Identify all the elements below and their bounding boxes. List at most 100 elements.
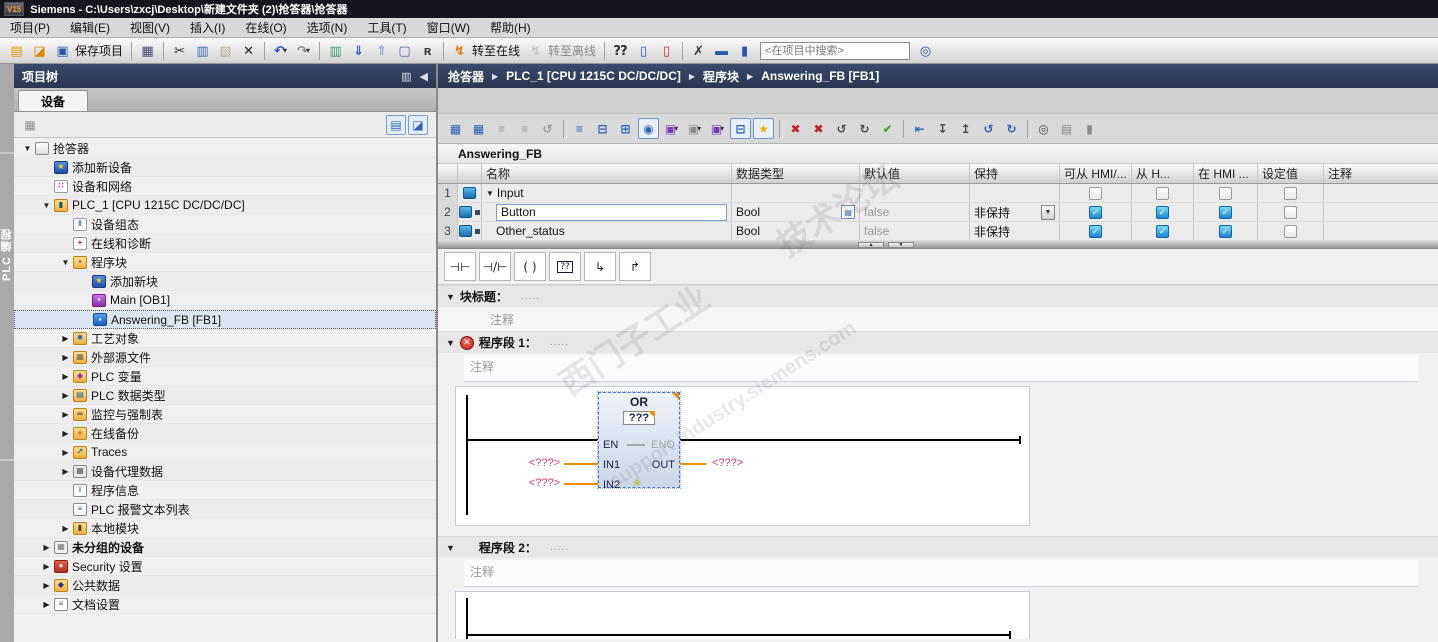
header-cell[interactable]: 保持	[970, 164, 1060, 183]
next-error-icon[interactable]: ↻	[1001, 118, 1022, 139]
tree-item--[interactable]: ▶ ▮ 本地模块	[14, 519, 436, 538]
network-1-header[interactable]: ▼ ✕ 程序段 1： .....	[438, 331, 1438, 353]
insert-network-icon[interactable]: ▦	[445, 118, 466, 139]
chevron-down-icon[interactable]: ▼	[446, 543, 455, 553]
tree-item--[interactable]: ▼ ▪ 程序块	[14, 253, 436, 272]
expander-right-icon[interactable]: ▶	[41, 581, 52, 590]
datatype-cell[interactable]: Bool	[732, 222, 860, 240]
expander-right-icon[interactable]: ▶	[60, 448, 71, 457]
checkbox[interactable]	[1219, 186, 1232, 200]
tree-item--[interactable]: ▶ ▦ 设备代理数据	[14, 462, 436, 481]
insert-row-icon[interactable]: ≡	[491, 118, 512, 139]
collapse-panel-icon[interactable]: ◀	[420, 70, 428, 83]
scroll-up-button[interactable]: ▲	[858, 242, 884, 248]
goto-usage-icon[interactable]: ↥	[955, 118, 976, 139]
tree-item-answering_fb-fb1-[interactable]: ▪ Answering_FB [FB1]	[14, 310, 436, 329]
tree-item-plc-[interactable]: ▶ ◆ PLC 变量	[14, 367, 436, 386]
tree-item--[interactable]: + 在线和诊断	[14, 234, 436, 253]
consistency-check-icon[interactable]: ✔	[877, 118, 898, 139]
expander-right-icon[interactable]: ▶	[60, 429, 71, 438]
dropdown-arrow-icon[interactable]: ▾	[674, 124, 678, 133]
details-view-icon[interactable]: ▤	[386, 114, 406, 135]
checkbox[interactable]	[1284, 186, 1297, 200]
tree-item--[interactable]: ▶ ▦ 未分组的设备	[14, 538, 436, 557]
go-offline-icon[interactable]: ↯	[525, 40, 546, 61]
reset-start-values-icon[interactable]: ↺	[537, 118, 558, 139]
tree-item--[interactable]: i 程序信息	[14, 481, 436, 500]
block-title-section[interactable]: ▼ 块标题： .....	[438, 285, 1438, 307]
menu-item[interactable]: 工具(T)	[357, 18, 416, 37]
default-value-cell[interactable]	[860, 184, 970, 202]
block-title-comment[interactable]: 注释	[438, 307, 1438, 331]
chevron-down-icon[interactable]: ▼	[446, 338, 455, 348]
goto-definition-icon[interactable]: ↧	[932, 118, 953, 139]
network-1-comment[interactable]: 注释	[464, 355, 1418, 382]
checkbox[interactable]	[1284, 224, 1297, 238]
tab-devices[interactable]: 设备	[18, 90, 89, 111]
interface-row[interactable]: 1 ▼ Input	[438, 184, 1438, 203]
header-cell[interactable]: 设定值	[1258, 164, 1324, 183]
expander-right-icon[interactable]: ▶	[60, 353, 71, 362]
datatype-cell[interactable]: Bool ▤	[732, 203, 860, 221]
header-cell[interactable]: 默认值	[860, 164, 970, 183]
retain-cell[interactable]: 非保持 ▼	[970, 203, 1060, 221]
tree-item--[interactable]: ▶ ✱ 工艺对象	[14, 329, 436, 348]
start-simulation-icon[interactable]: ▯	[633, 40, 654, 61]
interface-row[interactable]: 2 Button Bool ▤ false 非保持 ▼ ✓ ✓ ✓	[438, 203, 1438, 222]
name-cell[interactable]: Other_status	[482, 222, 732, 240]
undo-icon[interactable]: ↶ ▾	[270, 40, 291, 61]
breadcrumb-item[interactable]: PLC_1 [CPU 1215C DC/DC/DC]	[506, 69, 681, 83]
retain-cell[interactable]: 非保持	[970, 222, 1060, 240]
expander-right-icon[interactable]: ▶	[41, 562, 52, 571]
update-block-calls-icon[interactable]: ↺	[831, 118, 852, 139]
stop-simulation-icon[interactable]: ▯	[656, 40, 677, 61]
interface-row[interactable]: 3 Other_status Bool false 非保持 ✓ ✓ ✓	[438, 222, 1438, 241]
tree-item-plc_1-cpu-1215c-dc-dc-dc-[interactable]: ▼ ▮ PLC_1 [CPU 1215C DC/DC/DC]	[14, 196, 436, 215]
columns-icon[interactable]: ▥	[401, 70, 411, 83]
expander-down-icon[interactable]: ▼	[60, 258, 71, 267]
cut-icon[interactable]: ✂	[169, 40, 190, 61]
checkbox[interactable]: ✓	[1156, 224, 1169, 238]
expander-right-icon[interactable]: ▶	[60, 524, 71, 533]
menu-item[interactable]: 选项(N)	[297, 18, 358, 37]
checkbox[interactable]	[1156, 186, 1169, 200]
save-project-label[interactable]: 保存项目	[75, 42, 123, 59]
dropdown-arrow-icon[interactable]: ▾	[306, 46, 310, 55]
menu-item[interactable]: 项目(P)	[0, 18, 60, 37]
new-project-icon[interactable]: ▤	[6, 40, 27, 61]
network-2-comment[interactable]: 注释	[464, 560, 1418, 587]
split-horizontal-icon[interactable]: ▬	[711, 40, 732, 61]
dropdown-arrow-icon[interactable]: ▾	[720, 124, 724, 133]
checkbox[interactable]: ✓	[1089, 205, 1102, 219]
tree-item-security-[interactable]: ▶ ● Security 设置	[14, 557, 436, 576]
favorites-toggle-icon[interactable]: ★	[753, 118, 774, 139]
expander-right-icon[interactable]: ▶	[41, 543, 52, 552]
checkbox[interactable]	[1089, 186, 1102, 200]
header-cell[interactable]: 数据类型	[732, 164, 860, 183]
symbol-display-icon[interactable]: ▣ ▾	[707, 118, 728, 139]
breadcrumb-item[interactable]: 程序块	[703, 68, 739, 85]
tree-item-traces[interactable]: ▶ ↗ Traces	[14, 443, 436, 462]
previous-error-icon[interactable]: ↺	[978, 118, 999, 139]
header-cell[interactable]: 名称	[482, 164, 732, 183]
dropdown-arrow-icon[interactable]: ▾	[283, 46, 287, 55]
breadcrumb-item[interactable]: 抢答器	[448, 68, 484, 85]
name-edit-field[interactable]: Button	[496, 203, 727, 221]
header-cell[interactable]: 可从 HMI/...	[1060, 164, 1132, 183]
open-branch-button[interactable]: ↳	[584, 252, 616, 281]
tree-item--[interactable]: ★ 添加新块	[14, 272, 436, 291]
open-new-editor-icon[interactable]: ◪	[408, 114, 428, 135]
tree-item--[interactable]: ★ 添加新设备	[14, 158, 436, 177]
insert-input-star-icon[interactable]: ✳	[633, 478, 641, 489]
expand-networks-icon[interactable]: ⊟	[592, 118, 613, 139]
start-cpu-icon[interactable]: ▢	[394, 40, 415, 61]
clear-call-envelope-icon[interactable]: ✖	[785, 118, 806, 139]
network-display-icon[interactable]: ⊟	[730, 118, 751, 139]
checkbox[interactable]	[1284, 205, 1297, 219]
tree-item-plc-[interactable]: ▶ ▤ PLC 数据类型	[14, 386, 436, 405]
menu-item[interactable]: 帮助(H)	[480, 18, 541, 37]
compile-icon[interactable]: ▥	[325, 40, 346, 61]
checkbox[interactable]: ✓	[1219, 205, 1232, 219]
normally-open-contact-button[interactable]: ⊣⊢	[444, 252, 476, 281]
or-instruction-block[interactable]: OR ??? EN ENO IN1 OUT IN2 ✳	[597, 391, 681, 491]
